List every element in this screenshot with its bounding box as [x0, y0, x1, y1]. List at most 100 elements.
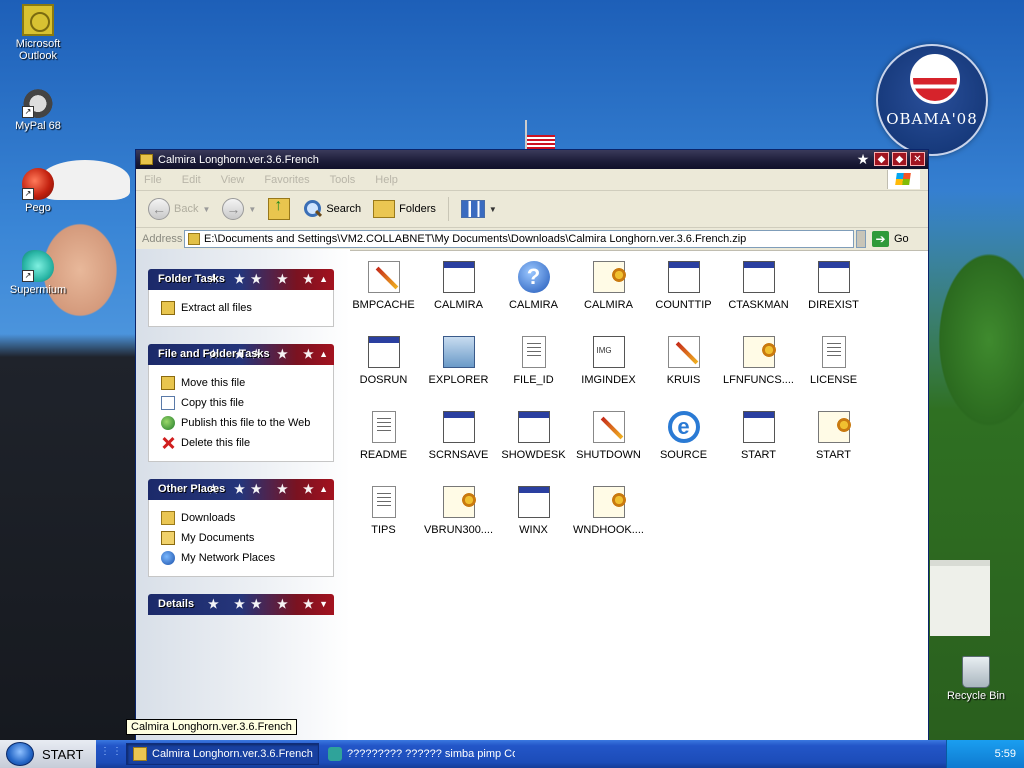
- file-item[interactable]: DIREXIST: [796, 261, 871, 311]
- file-name: DIREXIST: [808, 299, 859, 311]
- file-item[interactable]: COUNTTIP: [646, 261, 721, 311]
- file-item[interactable]: START: [796, 411, 871, 461]
- file-item[interactable]: SHUTDOWN: [571, 411, 646, 461]
- obama-logo: OBAMA'08: [876, 44, 988, 156]
- file-item[interactable]: CALMIRA: [571, 261, 646, 311]
- file-item[interactable]: TIPS: [346, 486, 421, 536]
- start-button[interactable]: START: [0, 740, 96, 768]
- stars-decoration: ★ ★★ ★ ★: [208, 597, 320, 611]
- menu-favorites[interactable]: Favorites: [264, 174, 309, 186]
- chevron-up-icon[interactable]: ▲: [319, 269, 328, 290]
- chevron-up-icon[interactable]: ▲: [319, 344, 328, 365]
- maximize-button[interactable]: ◆: [892, 152, 907, 166]
- file-item[interactable]: VBRUN300....: [421, 486, 496, 536]
- file-item[interactable]: EXPLORER: [421, 336, 496, 386]
- taskbar-item-browser[interactable]: ????????? ?????? simba pimp Con...: [322, 743, 515, 765]
- file-item[interactable]: FILE_ID: [496, 336, 571, 386]
- taskbar-item-calmira[interactable]: Calmira Longhorn.ver.3.6.French: [126, 743, 319, 765]
- up-folder-button[interactable]: [264, 196, 294, 222]
- file-item[interactable]: START: [721, 411, 796, 461]
- file-name: IMGINDEX: [581, 374, 636, 386]
- desktop-icon-label: Pego: [25, 202, 51, 214]
- panel-header[interactable]: ★ ★★ ★ ★ Details ▼: [148, 594, 334, 615]
- place-network-places[interactable]: My Network Places: [161, 548, 323, 568]
- title-bar[interactable]: Calmira Longhorn.ver.3.6.French ★ ◆ ◆ ✕: [136, 150, 928, 169]
- file-item[interactable]: IMGINDEX: [571, 336, 646, 386]
- task-copy-file[interactable]: Copy this file: [161, 393, 323, 413]
- file-item[interactable]: LICENSE: [796, 336, 871, 386]
- close-button[interactable]: ✕: [910, 152, 925, 166]
- file-item[interactable]: e SOURCE: [646, 411, 721, 461]
- application-icon: [667, 261, 700, 293]
- panel-title: Other Places: [158, 483, 226, 495]
- copy-icon: [161, 396, 175, 410]
- desktop-icon-outlook[interactable]: Microsoft Outlook: [0, 4, 76, 62]
- move-icon: [161, 376, 175, 390]
- obama-emblem-icon: [910, 54, 960, 104]
- desktop-icon-pego[interactable]: ↗ Pego: [0, 168, 76, 214]
- task-extract-all[interactable]: Extract all files: [161, 298, 323, 318]
- file-name: LFNFUNCS....: [723, 374, 794, 386]
- go-arrow-icon: ➔: [872, 231, 889, 247]
- forward-button[interactable]: → ▼: [218, 196, 260, 222]
- panel-header[interactable]: ★ ★★ ★ ★ File and Folder Tasks ▲: [148, 344, 334, 365]
- browser-icon: [328, 747, 342, 761]
- shortcut-arrow-icon: ↗: [22, 270, 34, 282]
- panel-title: File and Folder Tasks: [158, 348, 270, 360]
- file-item[interactable]: WNDHOOK....: [571, 486, 646, 536]
- search-button[interactable]: Search: [298, 197, 365, 221]
- place-my-documents[interactable]: My Documents: [161, 528, 323, 548]
- chevron-down-icon[interactable]: ▼: [319, 594, 328, 615]
- place-downloads[interactable]: Downloads: [161, 508, 323, 528]
- desktop-icon-mypal[interactable]: ↗ MyPal 68: [0, 86, 76, 132]
- menu-tools[interactable]: Tools: [330, 174, 356, 186]
- file-item[interactable]: BMPCACHE: [346, 261, 421, 311]
- task-move-file[interactable]: Move this file: [161, 373, 323, 393]
- file-item[interactable]: README: [346, 411, 421, 461]
- task-delete-file[interactable]: Delete this file: [161, 433, 323, 453]
- folder-icon: [133, 747, 147, 761]
- file-item[interactable]: CTASKMAN: [721, 261, 796, 311]
- panel-header[interactable]: ★ ★★ ★ ★ Other Places ▲: [148, 479, 334, 500]
- desktop-icon-label: MyPal 68: [15, 120, 61, 132]
- windows-orb-icon: [6, 742, 34, 766]
- clock[interactable]: 5:59: [995, 748, 1016, 760]
- config-icon: [592, 261, 626, 293]
- task-label: Delete this file: [181, 437, 251, 449]
- back-button[interactable]: ← Back ▼: [144, 196, 214, 222]
- menu-file[interactable]: File: [144, 174, 162, 186]
- star-icon: ★: [856, 151, 870, 167]
- file-item[interactable]: KRUIS: [646, 336, 721, 386]
- back-label: Back: [174, 203, 199, 215]
- views-button[interactable]: ▼: [457, 198, 501, 220]
- mypal-icon: ↗: [22, 86, 54, 118]
- file-item[interactable]: CALMIRA: [421, 261, 496, 311]
- network-icon: [161, 551, 175, 565]
- file-name: FILE_ID: [513, 374, 554, 386]
- task-publish-web[interactable]: Publish this file to the Web: [161, 413, 323, 433]
- address-input[interactable]: E:\Documents and Settings\VM2.COLLABNET\…: [184, 230, 854, 248]
- address-label: Address: [142, 233, 183, 245]
- minimize-button[interactable]: ◆: [874, 152, 889, 166]
- text-document-icon: [371, 486, 396, 518]
- file-name: WNDHOOK....: [573, 524, 644, 536]
- quick-launch-grip[interactable]: ⋮⋮: [100, 746, 124, 757]
- address-dropdown[interactable]: [856, 230, 866, 248]
- folders-label: Folders: [399, 203, 436, 215]
- panel-header[interactable]: ★ ★★ ★ ★ Folder Tasks ▲: [148, 269, 334, 290]
- file-item[interactable]: DOSRUN: [346, 336, 421, 386]
- menu-edit[interactable]: Edit: [182, 174, 201, 186]
- file-item[interactable]: LFNFUNCS....: [721, 336, 796, 386]
- file-item[interactable]: ? CALMIRA: [496, 261, 571, 311]
- go-button[interactable]: ➔ Go: [872, 231, 909, 247]
- desktop-icon-supermium[interactable]: ↗ Supermium: [0, 250, 76, 296]
- menu-help[interactable]: Help: [375, 174, 398, 186]
- file-item[interactable]: SCRNSAVE: [421, 411, 496, 461]
- file-item[interactable]: SHOWDESK: [496, 411, 571, 461]
- chevron-up-icon[interactable]: ▲: [319, 479, 328, 500]
- desktop-icon-recycle-bin[interactable]: Recycle Bin: [940, 656, 1012, 702]
- go-label: Go: [894, 233, 909, 245]
- menu-view[interactable]: View: [221, 174, 245, 186]
- folders-button[interactable]: Folders: [369, 198, 440, 220]
- file-item[interactable]: WINX: [496, 486, 571, 536]
